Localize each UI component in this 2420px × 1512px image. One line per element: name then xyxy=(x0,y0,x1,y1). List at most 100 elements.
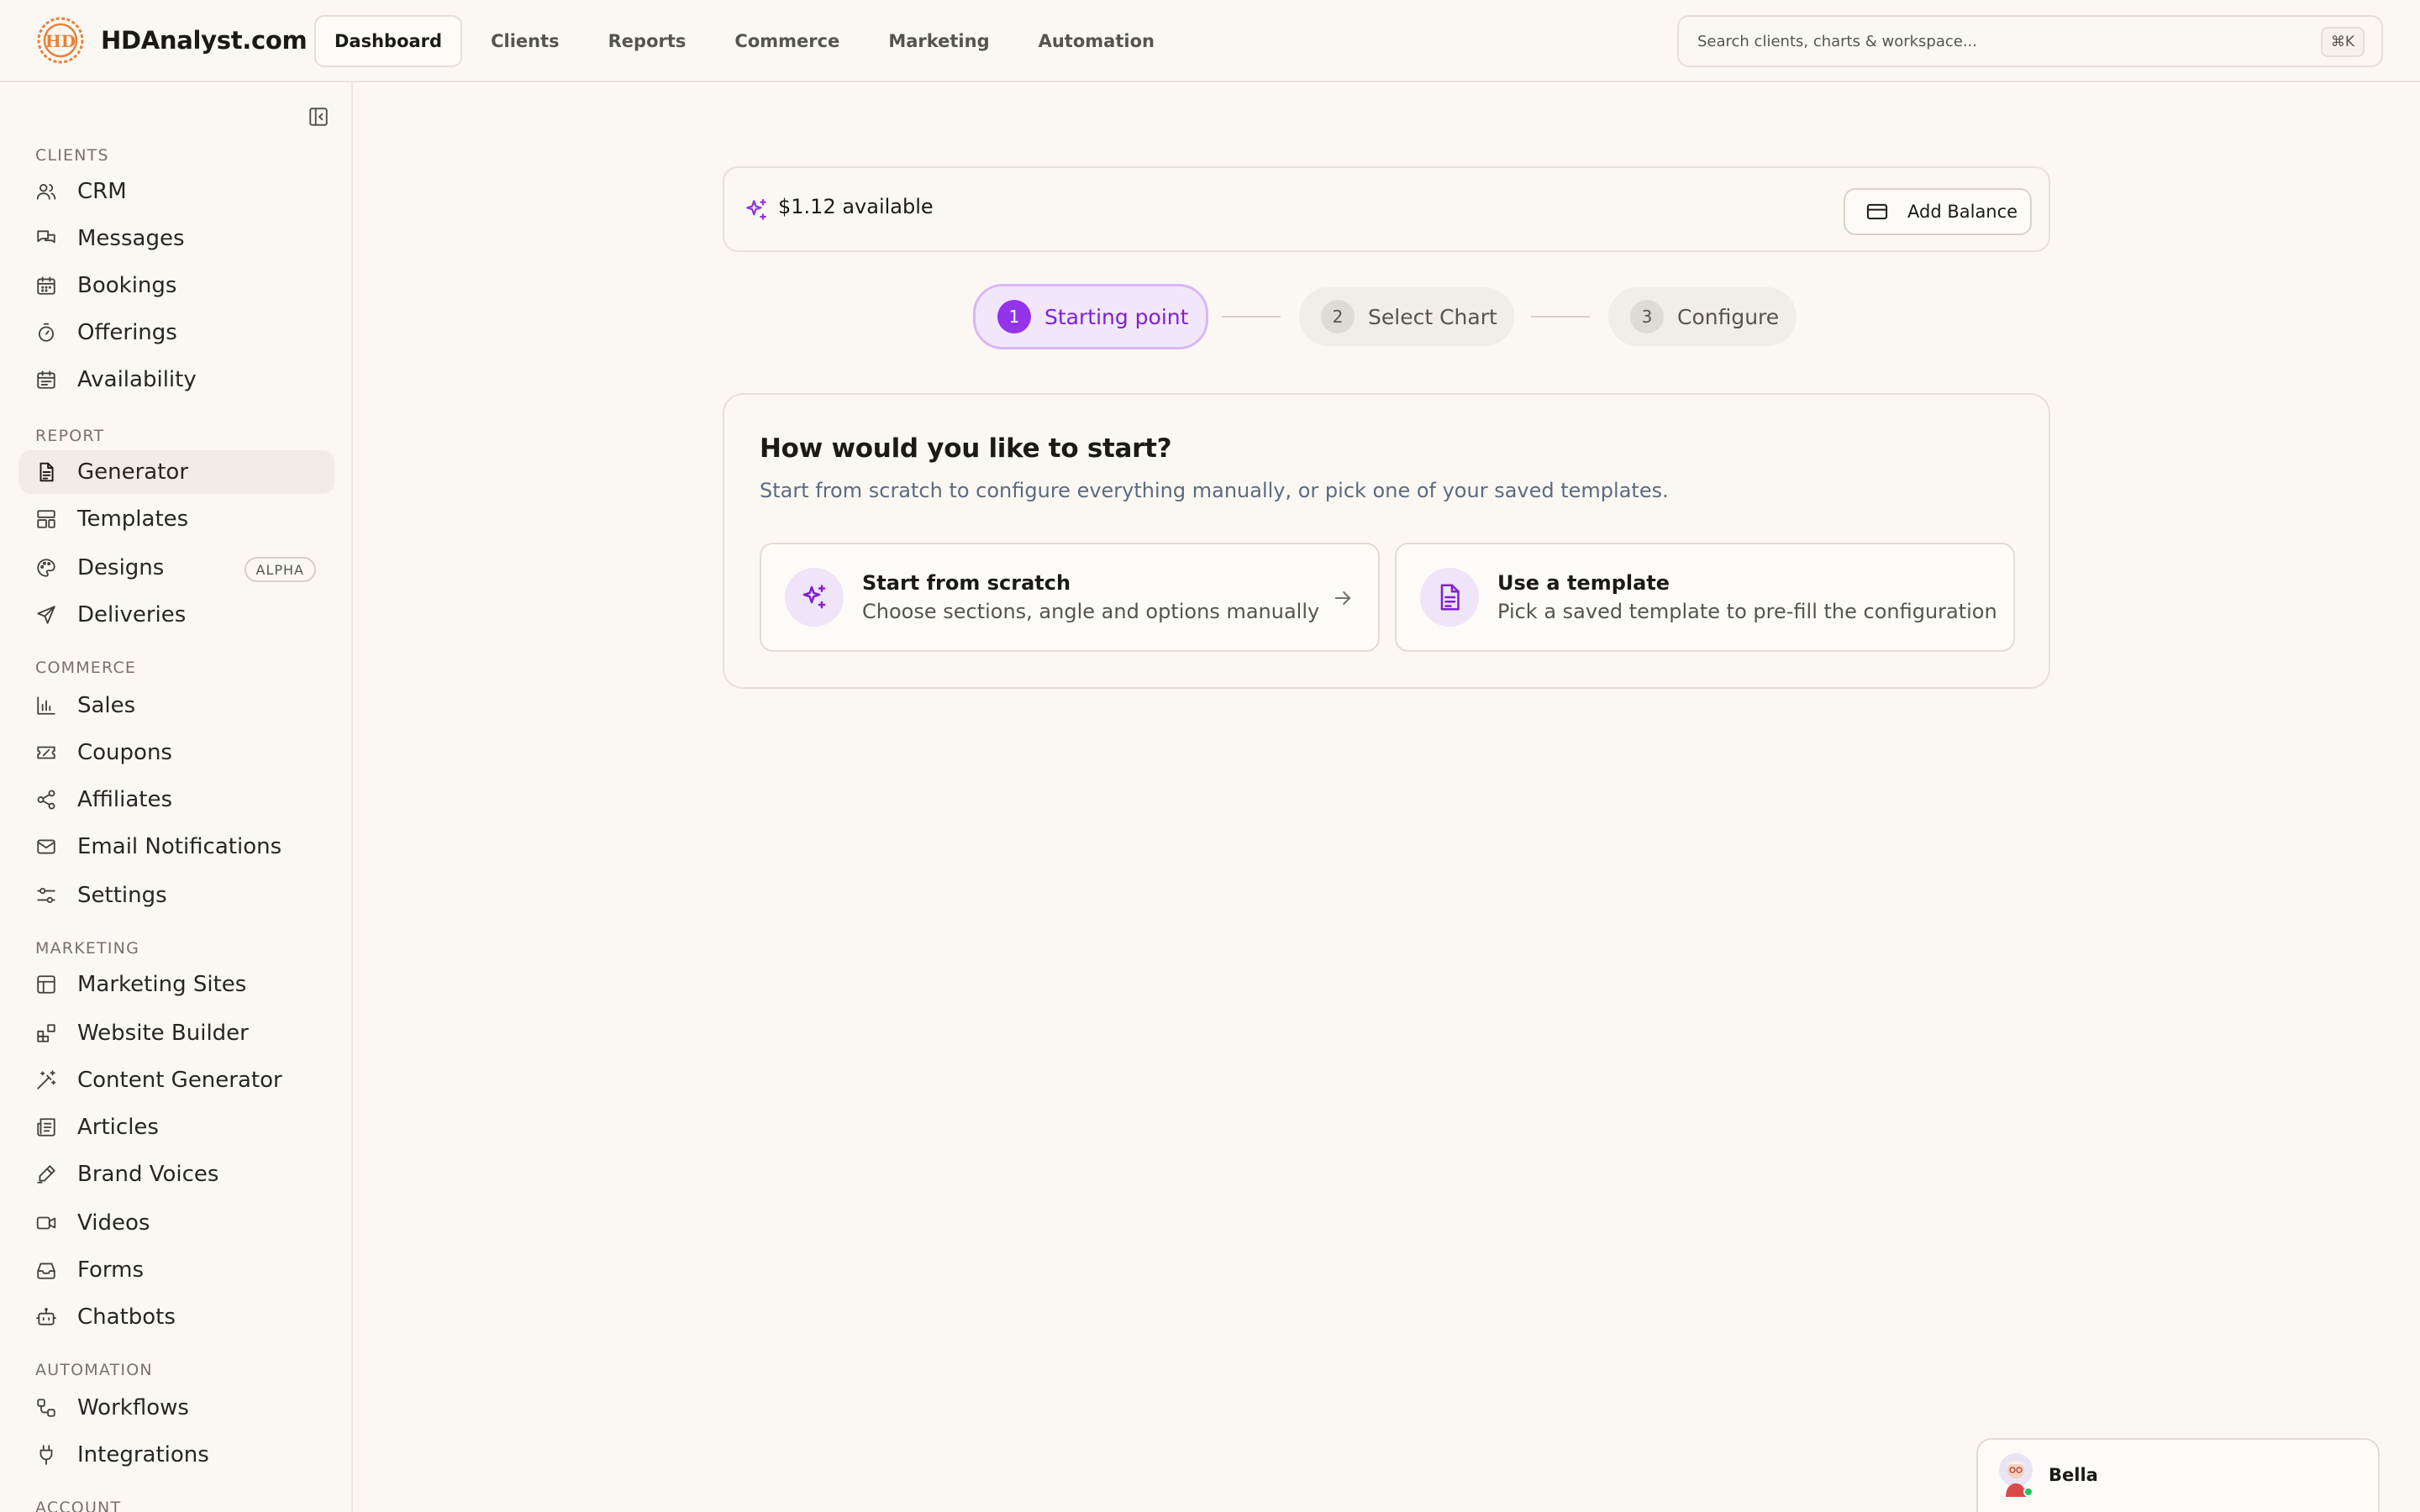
section-report: REPORT xyxy=(35,427,105,445)
magic-wand-icon xyxy=(35,1069,57,1091)
brand-name: HDAnalyst.com xyxy=(101,26,308,55)
sidebar-item-templates[interactable]: Templates xyxy=(18,497,334,541)
sidebar-item-affiliates[interactable]: Affiliates xyxy=(18,778,334,822)
mail-icon xyxy=(35,836,57,858)
step-configure[interactable]: 3 Configure xyxy=(1608,287,1797,346)
layout-template-icon xyxy=(35,508,57,530)
sidebar-item-messages[interactable]: Messages xyxy=(18,217,334,260)
sidebar-item-content-generator[interactable]: Content Generator xyxy=(18,1058,334,1102)
sidebar-item-label: Integrations xyxy=(77,1442,209,1467)
sidebar-item-forms[interactable]: Forms xyxy=(18,1248,334,1292)
credit-card-icon xyxy=(1866,203,1888,220)
pen-icon xyxy=(35,1163,57,1185)
sparkles-icon xyxy=(746,198,766,220)
calendar-icon xyxy=(35,275,57,297)
start-subtitle: Start from scratch to configure everythi… xyxy=(760,479,1669,502)
inbox-icon xyxy=(35,1259,57,1281)
calendar-check-icon xyxy=(35,369,57,391)
user-name: Bella xyxy=(2049,1465,2098,1485)
users-icon xyxy=(35,181,57,202)
sidebar-item-label: CRM xyxy=(77,179,127,204)
topnav-commerce[interactable]: Commerce xyxy=(714,15,860,67)
topnav-clients[interactable]: Clients xyxy=(471,15,580,67)
wizard-stepper: 1 Starting point 2 Select Chart 3 Config… xyxy=(973,284,1813,349)
newspaper-icon xyxy=(35,1116,57,1138)
sparkles-icon xyxy=(785,568,844,627)
section-commerce: COMMERCE xyxy=(35,659,137,677)
sidebar-item-label: Content Generator xyxy=(77,1068,282,1093)
section-clients: CLIENTS xyxy=(35,146,109,165)
video-icon xyxy=(35,1212,57,1234)
sidebar-item-articles[interactable]: Articles xyxy=(18,1105,334,1149)
brand[interactable]: HD HDAnalyst.com xyxy=(37,17,308,64)
top-nav: Dashboard Clients Reports Commerce Marke… xyxy=(314,15,1183,67)
share-icon xyxy=(35,789,57,811)
topnav-automation[interactable]: Automation xyxy=(1018,15,1175,67)
sidebar-item-label: Articles xyxy=(77,1115,159,1140)
step-select-chart[interactable]: 2 Select Chart xyxy=(1299,287,1514,346)
sliders-icon xyxy=(35,885,57,906)
sidebar-item-label: Designs xyxy=(77,555,165,580)
sidebar-item-bookings[interactable]: Bookings xyxy=(18,264,334,307)
sidebar-item-label: Workflows xyxy=(77,1395,189,1420)
bot-icon xyxy=(35,1306,57,1328)
option-description: Pick a saved template to pre-fill the co… xyxy=(1497,600,1997,623)
section-account: ACCOUNT xyxy=(35,1499,122,1512)
step-connector xyxy=(1531,316,1590,318)
sidebar-item-settings[interactable]: Settings xyxy=(18,874,334,917)
start-title: How would you like to start? xyxy=(760,433,1172,464)
collapse-sidebar-button[interactable] xyxy=(306,104,331,129)
start-options-card: How would you like to start? Start from … xyxy=(723,393,2050,689)
sidebar-item-label: Bookings xyxy=(77,273,177,298)
balance-amount: $1.12 available xyxy=(778,195,934,218)
sidebar-item-generator[interactable]: Generator xyxy=(18,450,334,494)
topnav-dashboard[interactable]: Dashboard xyxy=(314,15,463,67)
step-label: Starting point xyxy=(1044,304,1189,329)
palette-icon xyxy=(35,557,57,579)
sidebar-item-label: Availability xyxy=(77,367,197,392)
sidebar-item-brand-voices[interactable]: Brand Voices xyxy=(18,1152,334,1196)
sidebar-item-sales[interactable]: Sales xyxy=(18,684,334,727)
sidebar-item-availability[interactable]: Availability xyxy=(18,358,334,402)
sidebar-item-offerings[interactable]: Offerings xyxy=(18,311,334,354)
sidebar-item-designs[interactable]: Designs ALPHA xyxy=(18,546,334,590)
option-description: Choose sections, angle and options manua… xyxy=(862,600,1320,623)
ticket-icon xyxy=(35,742,57,764)
step-starting-point[interactable]: 1 Starting point xyxy=(973,284,1208,349)
section-automation: AUTOMATION xyxy=(35,1361,153,1379)
sidebar-item-label: Sales xyxy=(77,693,136,718)
search-input[interactable] xyxy=(1697,32,2286,50)
sidebar-item-marketing-sites[interactable]: Marketing Sites xyxy=(18,963,334,1006)
sidebar-item-label: Videos xyxy=(77,1210,150,1236)
sidebar-item-email-notifications[interactable]: Email Notifications xyxy=(18,825,334,869)
sidebar-item-integrations[interactable]: Integrations xyxy=(18,1433,334,1477)
topnav-marketing[interactable]: Marketing xyxy=(868,15,1009,67)
sidebar-item-label: Settings xyxy=(77,883,167,908)
step-label: Configure xyxy=(1677,304,1780,329)
send-icon xyxy=(35,604,57,626)
use-template-option[interactable]: Use a template Pick a saved template to … xyxy=(1395,543,2015,652)
sidebar-item-crm[interactable]: CRM xyxy=(18,170,334,213)
search-bar[interactable]: ⌘K xyxy=(1677,15,2383,67)
messages-icon xyxy=(35,228,57,249)
blocks-icon xyxy=(35,1022,57,1044)
sidebar-item-label: Deliveries xyxy=(77,602,187,627)
sidebar-item-label: Affiliates xyxy=(77,787,173,812)
sidebar-item-chatbots[interactable]: Chatbots xyxy=(18,1295,334,1339)
add-balance-button[interactable]: Add Balance xyxy=(1844,188,2032,235)
sidebar-item-label: Generator xyxy=(77,459,189,485)
sidebar-item-workflows[interactable]: Workflows xyxy=(18,1386,334,1430)
start-from-scratch-option[interactable]: Start from scratch Choose sections, angl… xyxy=(760,543,1380,652)
sidebar-collapse-icon xyxy=(309,108,328,126)
alpha-badge: ALPHA xyxy=(244,557,316,582)
user-chip[interactable]: Bella xyxy=(1976,1438,2380,1512)
sidebar-item-coupons[interactable]: Coupons xyxy=(18,731,334,774)
topnav-reports[interactable]: Reports xyxy=(588,15,707,67)
sidebar-item-videos[interactable]: Videos xyxy=(18,1201,334,1245)
sidebar-item-website-builder[interactable]: Website Builder xyxy=(18,1011,334,1055)
layout-icon xyxy=(35,974,57,995)
online-status-dot xyxy=(2023,1487,2033,1497)
sidebar-item-label: Forms xyxy=(77,1257,145,1283)
sidebar-item-label: Email Notifications xyxy=(77,834,282,859)
sidebar-item-deliveries[interactable]: Deliveries xyxy=(18,593,334,637)
